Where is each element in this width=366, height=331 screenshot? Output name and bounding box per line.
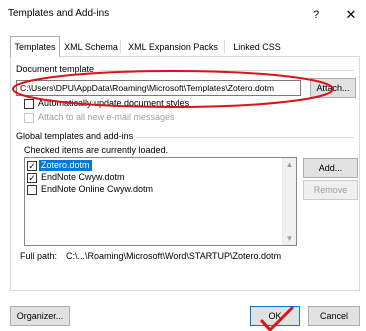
list-item[interactable]: ✓ Zotero.dotm (27, 160, 277, 172)
window-title: Templates and Add-ins (8, 8, 110, 19)
tab-separator (120, 40, 121, 53)
remove-button-label: Remove (313, 185, 348, 195)
ok-button-label: OK (268, 311, 282, 321)
auto-update-styles-checkbox[interactable] (24, 99, 34, 109)
auto-update-styles-label: Automatically update document styles (38, 98, 190, 108)
list-item-label: EndNote Online Cwyw.dotm (41, 184, 154, 194)
templates-addins-dialog: Templates and Add-ins ? ✕ Templates XML … (0, 0, 366, 331)
organizer-button[interactable]: Organizer... (10, 306, 70, 326)
document-template-group-label: Document template (16, 64, 95, 74)
full-path-value: C:\...\Roaming\Microsoft\Word\STARTUP\Zo… (66, 251, 282, 261)
tab-xml-expansion-packs[interactable]: XML Expansion Packs (122, 38, 224, 56)
title-bar: Templates and Add-ins ? ✕ (0, 0, 366, 30)
help-button[interactable]: ? (306, 5, 326, 25)
list-item-label: Zotero.dotm (39, 160, 92, 171)
cancel-button[interactable]: Cancel (308, 306, 360, 326)
ok-button[interactable]: OK (250, 306, 300, 326)
full-path-label: Full path: (20, 251, 58, 261)
endnote-cwyw-checkbox[interactable]: ✓ (27, 173, 37, 183)
group-divider (100, 70, 354, 71)
listbox-scrollbar[interactable]: ▲ ▼ (282, 158, 296, 245)
add-button-label: Add... (318, 163, 343, 173)
document-template-path-field[interactable]: C:\Users\DPU\AppData\Roaming\Microsoft\T… (16, 80, 301, 96)
tab-linked-css[interactable]: Linked CSS (226, 38, 288, 56)
attach-button-label: Attach... (316, 83, 350, 93)
tab-templates[interactable]: Templates (10, 36, 60, 57)
tab-separator (224, 40, 225, 53)
cancel-button-label: Cancel (319, 311, 348, 321)
list-item-label: EndNote Cwyw.dotm (41, 172, 125, 182)
group-divider (136, 137, 354, 138)
zotero-checkbox[interactable]: ✓ (27, 161, 37, 171)
endnote-online-checkbox[interactable] (27, 185, 37, 195)
remove-button[interactable]: Remove (303, 180, 358, 200)
list-item[interactable]: EndNote Online Cwyw.dotm (27, 184, 277, 196)
attach-button[interactable]: Attach... (310, 78, 356, 98)
list-item[interactable]: ✓ EndNote Cwyw.dotm (27, 172, 277, 184)
attach-email-checkbox[interactable] (24, 113, 34, 123)
close-button[interactable]: ✕ (340, 5, 362, 25)
global-templates-listbox[interactable]: ✓ Zotero.dotm ✓ EndNote Cwyw.dotm EndNot… (24, 157, 297, 246)
organizer-button-label: Organizer... (16, 311, 64, 321)
global-templates-group-label: Global templates and add-ins (16, 131, 134, 141)
add-button[interactable]: Add... (303, 158, 358, 178)
scroll-up-icon[interactable]: ▲ (283, 158, 296, 171)
tab-xml-schema[interactable]: XML Schema (62, 38, 120, 56)
tab-strip: Templates XML Schema XML Expansion Packs… (10, 36, 360, 57)
loaded-items-note: Checked items are currently loaded. (24, 145, 169, 155)
scroll-down-icon[interactable]: ▼ (283, 232, 296, 245)
attach-email-label: Attach to all new e-mail messages (38, 112, 175, 122)
